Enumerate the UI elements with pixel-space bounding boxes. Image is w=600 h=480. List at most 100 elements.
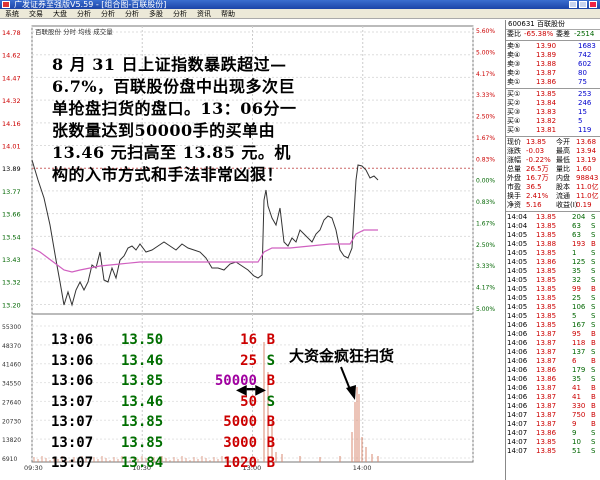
trade-row: 13:06 13.46 25 S [49,353,279,374]
minimize-button[interactable] [569,1,577,8]
y-tick-right: 0.83% [476,156,495,163]
vol-tick: 13820 [2,437,21,444]
tick-row: 14:07 13.85 10 S [507,438,596,446]
vol-tick: 41460 [2,362,21,369]
y-tick-right: 1.67% [476,135,495,142]
app-icon [2,1,10,8]
y-tick-left: 13.32 [2,279,21,287]
menu-item-8[interactable]: 资讯 [192,10,216,18]
trade-side: S [266,352,275,369]
menu-item-4[interactable]: 分析 [96,10,120,18]
y-tick-right: 3.33% [476,263,495,270]
tick-row: 14:05 13.85 106 S [507,303,596,311]
vol-tick: 20730 [2,418,21,425]
trade-time: 13:07 [51,414,94,430]
y-tick-left: 14.78 [2,29,21,37]
trade-time: 13:06 [51,373,94,389]
window-title: 广发证券至强版V5.59 - [组合图-百联股份] [14,0,167,9]
close-button[interactable] [589,1,597,8]
callout-text: 大资金疯狂扫货 [289,347,395,365]
stat-row: 总量 26.5万 量比 1.60 [507,165,592,173]
tick-list[interactable]: 14:04 13.85 204 S 14:04 13.85 63 S 14:05 13.85 63 S… [506,213,600,456]
tick-row: 14:05 13.85 25 S [507,294,596,302]
vol-tick: 55300 [2,324,21,331]
y-tick-left: 14.47 [2,74,21,82]
tick-row: 14:05 13.85 35 S [507,267,596,275]
tick-row: 14:04 13.85 204 S [507,213,596,221]
stat-row: 涨幅 -0.22% 最低 13.19 [507,156,597,164]
y-tick-right: 5.00% [476,306,495,313]
y-tick-left: 13.54 [2,233,21,241]
trade-price: 13.85 [121,414,164,430]
tick-row: 14:06 13.87 6 B [507,357,596,365]
y-tick-right: 2.50% [476,242,495,249]
y-tick-right: 0.00% [476,178,495,185]
menu-item-7[interactable]: 分析 [168,10,192,18]
tick-row: 14:07 13.87 750 B [507,411,596,419]
annotation-text: 8 月 31 日上证指数暴跌超过—6.7%，百联股份盘中出现多次巨单抢盘扫货的盘… [52,55,297,184]
y-tick-right: 5.60% [476,28,495,35]
y-tick-left: 13.77 [2,188,21,196]
tick-row: 14:06 13.87 330 B [507,402,596,410]
tick-row: 14:06 13.87 41 B [507,393,596,401]
trade-side: B [266,373,275,389]
tick-row: 14:05 13.85 1 S [507,249,596,257]
tick-row: 14:04 13.85 63 S [507,222,596,230]
y-tick-left: 13.43 [2,256,21,264]
order-ratio: 委比 -65.38% 委差 -2514 [507,30,595,38]
y-tick-left: 13.20 [2,301,21,309]
trade-price: 13.85 [121,434,164,451]
menu-item-5[interactable]: 分析 [120,10,144,18]
trade-row: 13:07 13.85 3000 B [49,435,279,456]
y-tick-right: 0.83% [476,199,495,206]
trade-time: 13:07 [51,455,94,471]
tick-row: 14:06 13.86 179 S [507,366,596,374]
window-title-bar: 广发证券至强版V5.59 - [组合图-百联股份] [0,0,600,9]
book-row: 买① 13.85 253 [507,90,592,98]
trade-side: B [266,332,275,348]
vol-tick: 27640 [2,399,21,406]
tick-row: 14:06 13.87 41 B [507,384,596,392]
trade-price: 13.50 [121,332,164,348]
tick-row: 14:05 13.85 63 S [507,231,596,239]
trade-side: B [266,455,275,471]
tick-row: 14:07 13.85 51 S [507,447,596,455]
book-row: 买⑤ 13.81 119 [507,126,592,134]
book-row: 卖⑤ 13.90 1683 [507,42,596,50]
trade-volume: 1020 [223,455,257,471]
book-row: 买③ 13.83 15 [507,108,587,116]
maximize-button[interactable] [579,1,587,8]
y-tick-left: 13.89 [2,165,21,173]
tick-row: 14:07 13.87 9 B [507,420,596,428]
direction-arrow: ◀━▶ [236,382,266,398]
stat-row: 净资 5.16 收益(I) 0.19 [507,201,592,209]
book-row: 买② 13.84 246 [507,99,592,107]
menu-item-1[interactable]: 交易 [24,10,48,18]
book-row: 卖② 13.87 80 [507,69,587,77]
menu-item-6[interactable]: 多股 [144,10,168,18]
y-tick-right: 4.17% [476,285,495,292]
y-tick-left: 14.01 [2,143,21,151]
menu-bar: 系统 交易 大盘 分析 分析 分析 多股 分析 资讯 帮助 [0,9,600,19]
x-tick: 14:00 [353,464,372,472]
menu-item-0[interactable]: 系统 [0,10,24,18]
trade-row: 13:07 13.85 5000 B [49,414,279,435]
menu-item-2[interactable]: 大盘 [48,10,72,18]
stock-label: 百联股份 分时 均线 成交量 [35,27,113,36]
tick-row: 14:05 13.86 125 S [507,258,596,266]
trade-row: 13:06 13.50 16 B [49,332,279,353]
menu-item-9[interactable]: 帮助 [216,10,240,18]
stat-row: 换手 2.41% 流通 11.0亿 [507,192,599,200]
x-tick: 09:30 [24,464,43,472]
book-row: 买④ 13.82 5 [507,117,583,125]
tick-row: 14:06 13.87 137 S [507,348,596,356]
y-tick-right: 5.00% [476,49,495,56]
book-row: 卖④ 13.89 742 [507,51,592,59]
trade-volume: 16 [240,332,257,348]
y-tick-left: 14.62 [2,52,21,60]
menu-item-3[interactable]: 分析 [72,10,96,18]
trade-side: B [266,414,275,430]
vol-tick: 48370 [2,343,21,350]
trade-price: 13.46 [121,352,164,369]
trade-tape: 13:06 13.50 16 B 13:06 13.46 25 S 13:06 13.85 5000… [49,332,279,476]
